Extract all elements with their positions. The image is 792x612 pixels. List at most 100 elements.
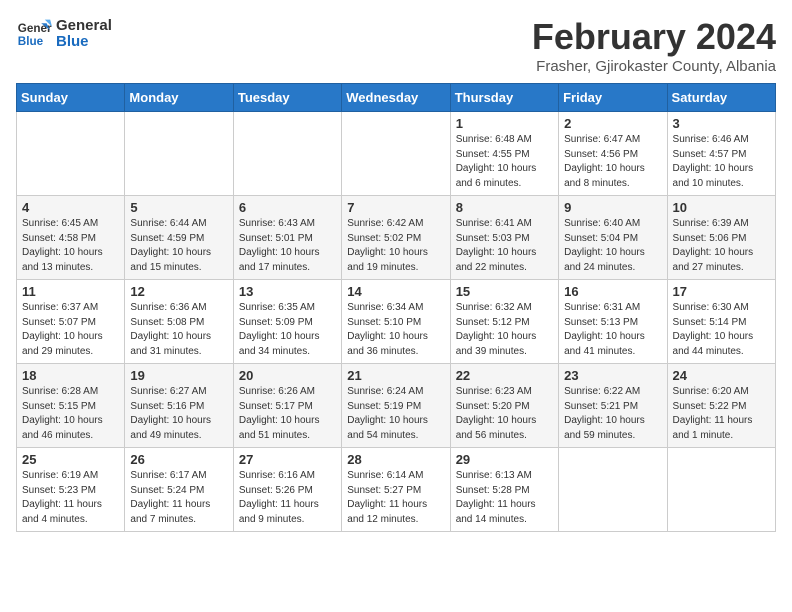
calendar-cell: [125, 112, 233, 196]
day-info: Sunrise: 6:19 AM Sunset: 5:23 PM Dayligh…: [22, 469, 119, 527]
day-info: Sunrise: 6:13 AM Sunset: 5:28 PM Dayligh…: [456, 469, 553, 527]
weekday-header: Saturday: [667, 84, 775, 112]
calendar-cell: 14Sunrise: 6:34 AM Sunset: 5:10 PM Dayli…: [342, 280, 450, 364]
day-info: Sunrise: 6:27 AM Sunset: 5:16 PM Dayligh…: [130, 385, 227, 443]
day-info: Sunrise: 6:24 AM Sunset: 5:19 PM Dayligh…: [347, 385, 444, 443]
subtitle: Frasher, Gjirokaster County, Albania: [532, 58, 776, 75]
calendar-cell: 3Sunrise: 6:46 AM Sunset: 4:57 PM Daylig…: [667, 112, 775, 196]
day-info: Sunrise: 6:45 AM Sunset: 4:58 PM Dayligh…: [22, 217, 119, 275]
calendar-cell: [667, 448, 775, 532]
day-info: Sunrise: 6:44 AM Sunset: 4:59 PM Dayligh…: [130, 217, 227, 275]
logo-line2: Blue: [56, 34, 112, 51]
day-info: Sunrise: 6:23 AM Sunset: 5:20 PM Dayligh…: [456, 385, 553, 443]
calendar-cell: 24 Sunrise: 6:20 AM Sunset: 5:22 PM Dayli…: [667, 364, 775, 448]
day-number: 13: [239, 284, 336, 299]
logo: General Blue General Blue: [16, 16, 112, 52]
calendar-cell: 1 Sunrise: 6:48 AM Sunset: 4:55 PM Daylig…: [450, 112, 558, 196]
calendar-cell: 19 Sunrise: 6:27 AM Sunset: 5:16 PM Dayli…: [125, 364, 233, 448]
day-number: 2: [564, 116, 661, 131]
calendar-cell: [17, 112, 125, 196]
calendar-cell: 20Sunrise: 6:26 AM Sunset: 5:17 PM Dayli…: [233, 364, 341, 448]
day-info: Sunrise: 6:48 AM Sunset: 4:55 PM Dayligh…: [456, 133, 553, 191]
calendar-cell: 12Sunrise: 6:36 AM Sunset: 5:08 PM Dayli…: [125, 280, 233, 364]
day-number: 9: [564, 200, 661, 215]
day-info: Sunrise: 6:37 AM Sunset: 5:07 PM Dayligh…: [22, 301, 119, 359]
day-info: Sunrise: 6:32 AM Sunset: 5:12 PM Dayligh…: [456, 301, 553, 359]
day-number: 7: [347, 200, 444, 215]
logo-line1: General: [56, 18, 112, 35]
calendar-week-row: 25 Sunrise: 6:19 AM Sunset: 5:23 PM Dayli…: [17, 448, 776, 532]
day-number: 17: [673, 284, 770, 299]
day-info: Sunrise: 6:42 AM Sunset: 5:02 PM Dayligh…: [347, 217, 444, 275]
day-info: Sunrise: 6:35 AM Sunset: 5:09 PM Dayligh…: [239, 301, 336, 359]
calendar-cell: 2Sunrise: 6:47 AM Sunset: 4:56 PM Daylig…: [559, 112, 667, 196]
calendar-week-row: 11 Sunrise: 6:37 AM Sunset: 5:07 PM Dayli…: [17, 280, 776, 364]
calendar-cell: 26 Sunrise: 6:17 AM Sunset: 5:24 PM Dayli…: [125, 448, 233, 532]
calendar-cell: [233, 112, 341, 196]
day-number: 4: [22, 200, 119, 215]
calendar-week-row: 4 Sunrise: 6:45 AM Sunset: 4:58 PM Daylig…: [17, 196, 776, 280]
calendar-cell: 8Sunrise: 6:41 AM Sunset: 5:03 PM Daylig…: [450, 196, 558, 280]
calendar-cell: 6Sunrise: 6:43 AM Sunset: 5:01 PM Daylig…: [233, 196, 341, 280]
day-info: Sunrise: 6:17 AM Sunset: 5:24 PM Dayligh…: [130, 469, 227, 527]
day-number: 3: [673, 116, 770, 131]
calendar-cell: 10 Sunrise: 6:39 AM Sunset: 5:06 PM Dayli…: [667, 196, 775, 280]
day-info: Sunrise: 6:39 AM Sunset: 5:06 PM Dayligh…: [673, 217, 770, 275]
day-number: 6: [239, 200, 336, 215]
day-number: 15: [456, 284, 553, 299]
day-number: 25: [22, 452, 119, 467]
calendar-cell: 7 Sunrise: 6:42 AM Sunset: 5:02 PM Daylig…: [342, 196, 450, 280]
main-title: February 2024: [532, 16, 776, 58]
weekday-header: Thursday: [450, 84, 558, 112]
calendar-body: 1 Sunrise: 6:48 AM Sunset: 4:55 PM Daylig…: [17, 112, 776, 532]
calendar-cell: 16Sunrise: 6:31 AM Sunset: 5:13 PM Dayli…: [559, 280, 667, 364]
calendar-cell: 25 Sunrise: 6:19 AM Sunset: 5:23 PM Dayli…: [17, 448, 125, 532]
calendar-cell: 23 Sunrise: 6:22 AM Sunset: 5:21 PM Dayli…: [559, 364, 667, 448]
day-number: 29: [456, 452, 553, 467]
calendar-week-row: 1 Sunrise: 6:48 AM Sunset: 4:55 PM Daylig…: [17, 112, 776, 196]
calendar-cell: 28 Sunrise: 6:14 AM Sunset: 5:27 PM Dayli…: [342, 448, 450, 532]
calendar-week-row: 18 Sunrise: 6:28 AM Sunset: 5:15 PM Dayli…: [17, 364, 776, 448]
calendar-table: SundayMondayTuesdayWednesdayThursdayFrid…: [16, 83, 776, 532]
day-number: 12: [130, 284, 227, 299]
day-number: 26: [130, 452, 227, 467]
day-number: 11: [22, 284, 119, 299]
day-info: Sunrise: 6:30 AM Sunset: 5:14 PM Dayligh…: [673, 301, 770, 359]
calendar-cell: 11 Sunrise: 6:37 AM Sunset: 5:07 PM Dayli…: [17, 280, 125, 364]
day-info: Sunrise: 6:28 AM Sunset: 5:15 PM Dayligh…: [22, 385, 119, 443]
calendar-cell: 9 Sunrise: 6:40 AM Sunset: 5:04 PM Daylig…: [559, 196, 667, 280]
day-number: 23: [564, 368, 661, 383]
day-info: Sunrise: 6:20 AM Sunset: 5:22 PM Dayligh…: [673, 385, 770, 443]
svg-text:Blue: Blue: [18, 35, 44, 48]
day-info: Sunrise: 6:40 AM Sunset: 5:04 PM Dayligh…: [564, 217, 661, 275]
day-number: 1: [456, 116, 553, 131]
day-info: Sunrise: 6:26 AM Sunset: 5:17 PM Dayligh…: [239, 385, 336, 443]
day-info: Sunrise: 6:14 AM Sunset: 5:27 PM Dayligh…: [347, 469, 444, 527]
day-number: 8: [456, 200, 553, 215]
day-number: 16: [564, 284, 661, 299]
day-number: 19: [130, 368, 227, 383]
day-number: 10: [673, 200, 770, 215]
calendar-cell: 17 Sunrise: 6:30 AM Sunset: 5:14 PM Dayli…: [667, 280, 775, 364]
day-number: 18: [22, 368, 119, 383]
calendar-cell: 18 Sunrise: 6:28 AM Sunset: 5:15 PM Dayli…: [17, 364, 125, 448]
day-number: 27: [239, 452, 336, 467]
calendar-cell: 21Sunrise: 6:24 AM Sunset: 5:19 PM Dayli…: [342, 364, 450, 448]
weekday-header: Tuesday: [233, 84, 341, 112]
weekday-header: Sunday: [17, 84, 125, 112]
day-info: Sunrise: 6:22 AM Sunset: 5:21 PM Dayligh…: [564, 385, 661, 443]
weekday-header: Monday: [125, 84, 233, 112]
day-number: 24: [673, 368, 770, 383]
calendar-cell: [559, 448, 667, 532]
title-area: February 2024 Frasher, Gjirokaster Count…: [532, 16, 776, 75]
logo-icon: General Blue: [16, 16, 52, 52]
day-number: 22: [456, 368, 553, 383]
calendar-header-row: SundayMondayTuesdayWednesdayThursdayFrid…: [17, 84, 776, 112]
weekday-header: Friday: [559, 84, 667, 112]
calendar-cell: 13 Sunrise: 6:35 AM Sunset: 5:09 PM Dayli…: [233, 280, 341, 364]
day-number: 5: [130, 200, 227, 215]
calendar-cell: 5 Sunrise: 6:44 AM Sunset: 4:59 PM Daylig…: [125, 196, 233, 280]
day-number: 28: [347, 452, 444, 467]
day-number: 14: [347, 284, 444, 299]
header: General Blue General Blue February 2024 …: [16, 16, 776, 75]
